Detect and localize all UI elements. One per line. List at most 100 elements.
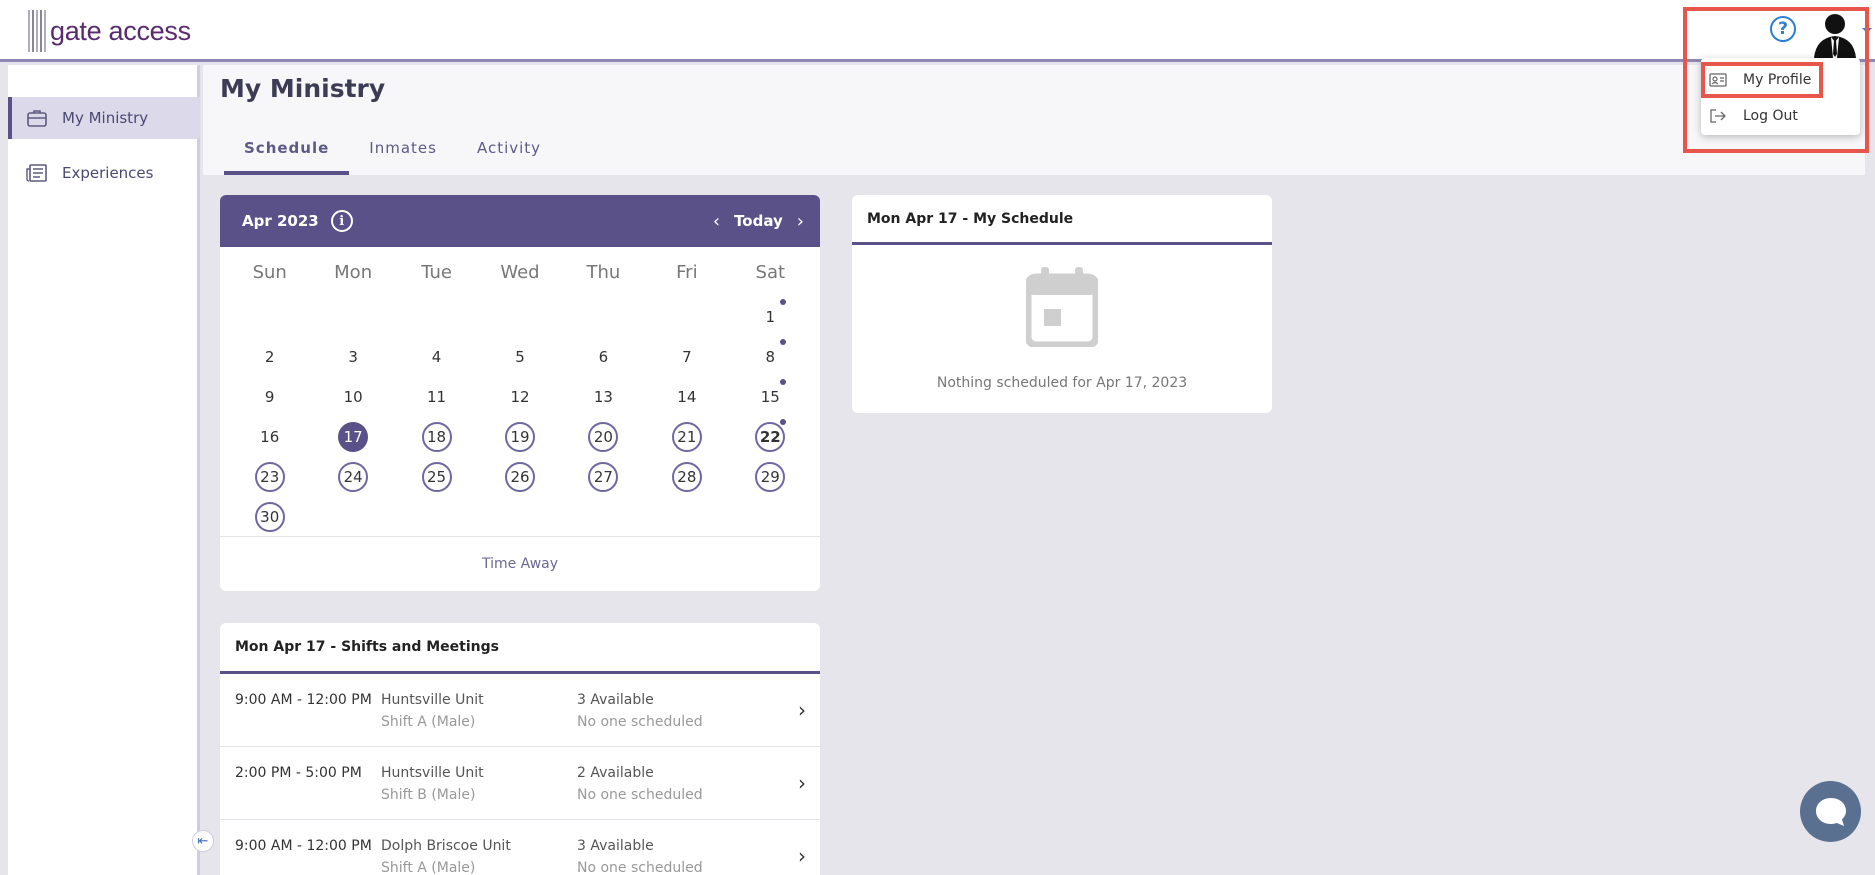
calendar-icon	[1026, 267, 1098, 347]
calendar-day-empty	[478, 297, 561, 337]
calendar-day[interactable]: 12	[478, 377, 561, 417]
calendar-day-number: 7	[682, 348, 692, 366]
calendar-day[interactable]: 14	[645, 377, 728, 417]
calendar-day[interactable]: 8	[729, 337, 812, 377]
calendar-day-number: 21	[671, 422, 702, 452]
today-button[interactable]: Today	[734, 212, 783, 230]
sidebar-item-label: My Ministry	[62, 109, 149, 127]
calendar-day[interactable]: 17	[311, 417, 394, 457]
chevron-right-icon[interactable]: ›	[798, 698, 806, 722]
calendar-day[interactable]: 18	[395, 417, 478, 457]
calendar-day-number: 11	[427, 388, 447, 406]
calendar-day[interactable]: 4	[395, 337, 478, 377]
calendar-day[interactable]: 19	[478, 417, 561, 457]
calendar-day[interactable]: 25	[395, 457, 478, 497]
shift-time: 2:00 PM - 5:00 PM	[235, 765, 362, 781]
weekday-label: Thu	[586, 261, 621, 283]
tab-inmates[interactable]: Inmates	[349, 130, 457, 175]
calendar-day[interactable]: 3	[311, 337, 394, 377]
calendar-day[interactable]: 29	[729, 457, 812, 497]
shifts-title: Mon Apr 17 - Shifts and Meetings	[220, 623, 820, 674]
calendar-header: Apr 2023 i ‹ Today ›	[220, 195, 820, 247]
sidebar-item-my-ministry[interactable]: My Ministry	[8, 97, 200, 139]
calendar-day[interactable]: 21	[645, 417, 728, 457]
calendar-day-number: 19	[504, 422, 535, 452]
empty-schedule-text: Nothing scheduled for Apr 17, 2023	[936, 375, 1188, 391]
tabs: Schedule Inmates Activity	[224, 130, 561, 175]
logo-text: gate access	[50, 15, 191, 46]
calendar-month: Apr 2023	[242, 212, 319, 230]
sidebar-item-experiences[interactable]: Experiences	[8, 152, 200, 194]
calendar-days-grid: 1 2 3 4 5 6 7 8 9 10 11 12 13 14 15 16 17 18 19 20 21 22 23 24 2…	[220, 297, 820, 537]
sidebar-item-label: Experiences	[62, 164, 154, 182]
calendar-day-empty	[645, 297, 728, 337]
calendar-nav: ‹ Today ›	[713, 195, 804, 247]
calendar-day-number: 25	[421, 462, 452, 492]
calendar-day[interactable]: 11	[395, 377, 478, 417]
calendar-day-number: 6	[598, 348, 609, 366]
chat-bubble-icon	[1815, 797, 1846, 826]
calendar-day-number: 5	[515, 348, 525, 366]
shift-scheduled: No one scheduled	[577, 714, 703, 730]
chat-bubble-icon[interactable]	[1800, 781, 1861, 842]
calendar-day-number: 8	[765, 348, 776, 366]
calendar-day[interactable]: 9	[228, 377, 311, 417]
info-icon[interactable]: i	[330, 210, 353, 232]
event-indicator-dot	[780, 419, 786, 425]
calendar-day-number: 23	[254, 462, 285, 492]
calendar-day[interactable]: 28	[645, 457, 728, 497]
calendar-day[interactable]: 24	[311, 457, 394, 497]
calendar-day-number: 12	[510, 388, 530, 406]
time-away-link[interactable]: Time Away	[220, 536, 820, 591]
calendar-day[interactable]: 15	[729, 377, 812, 417]
shift-unit: Dolph Briscoe Unit	[381, 838, 511, 854]
event-indicator-dot	[780, 379, 786, 385]
calendar-day[interactable]: 20	[562, 417, 645, 457]
calendar-day-number: 15	[760, 388, 780, 406]
calendar-day[interactable]: 22	[729, 417, 812, 457]
calendar-day-number: 28	[671, 462, 702, 492]
page-title: My Ministry	[220, 74, 386, 103]
shift-row[interactable]: 2:00 PM - 5:00 PM Huntsville Unit Shift …	[220, 747, 820, 820]
calendar-day-number: 26	[504, 462, 535, 492]
top-bar: gate access ?	[0, 0, 1875, 62]
chevron-left-icon[interactable]: ‹	[713, 211, 720, 232]
calendar-day[interactable]: 26	[478, 457, 561, 497]
calendar-day[interactable]: 23	[228, 457, 311, 497]
tab-schedule[interactable]: Schedule	[224, 130, 350, 175]
weekday-row: Sun Mon Tue Wed Thu Fri Sat	[220, 247, 820, 297]
calendar-day[interactable]: 16	[228, 417, 311, 457]
calendar-day[interactable]: 10	[311, 377, 394, 417]
collapse-sidebar-icon[interactable]: ⇤	[192, 830, 214, 852]
calendar-day[interactable]: 6	[562, 337, 645, 377]
logo-bars-icon	[28, 10, 46, 52]
calendar-day[interactable]: 30	[228, 497, 311, 537]
calendar-day[interactable]: 2	[228, 337, 311, 377]
calendar-day-number: 16	[260, 428, 280, 446]
chevron-right-icon[interactable]: ›	[798, 771, 806, 795]
shift-scheduled: No one scheduled	[577, 860, 703, 875]
shift-row[interactable]: 9:00 AM - 12:00 PM Dolph Briscoe Unit Sh…	[220, 820, 820, 875]
chevron-right-icon[interactable]: ›	[797, 211, 804, 232]
calendar-day[interactable]: 1	[729, 297, 812, 337]
shift-scheduled: No one scheduled	[577, 787, 703, 803]
calendar: Apr 2023 i ‹ Today › Sun Mon Tue Wed Thu…	[220, 195, 820, 591]
calendar-day-number: 29	[755, 462, 786, 492]
shift-time: 9:00 AM - 12:00 PM	[235, 692, 372, 708]
calendar-day-number: 10	[343, 388, 363, 406]
shift-available: 3 Available	[577, 692, 654, 708]
calendar-day[interactable]: 5	[478, 337, 561, 377]
calendar-day-empty	[311, 297, 394, 337]
calendar-day[interactable]: 27	[562, 457, 645, 497]
event-indicator-dot	[780, 339, 786, 345]
calendar-day[interactable]: 13	[562, 377, 645, 417]
shift-available: 3 Available	[577, 838, 654, 854]
shift-name: Shift B (Male)	[381, 787, 476, 803]
calendar-day[interactable]: 7	[645, 337, 728, 377]
calendar-day-number: 24	[338, 462, 369, 492]
calendar-day-number: 2	[264, 348, 275, 366]
tab-activity[interactable]: Activity	[457, 130, 561, 175]
gate-access-logo[interactable]: gate access	[28, 10, 191, 52]
chevron-right-icon[interactable]: ›	[798, 844, 806, 868]
shift-row[interactable]: 9:00 AM - 12:00 PM Huntsville Unit Shift…	[220, 674, 820, 747]
